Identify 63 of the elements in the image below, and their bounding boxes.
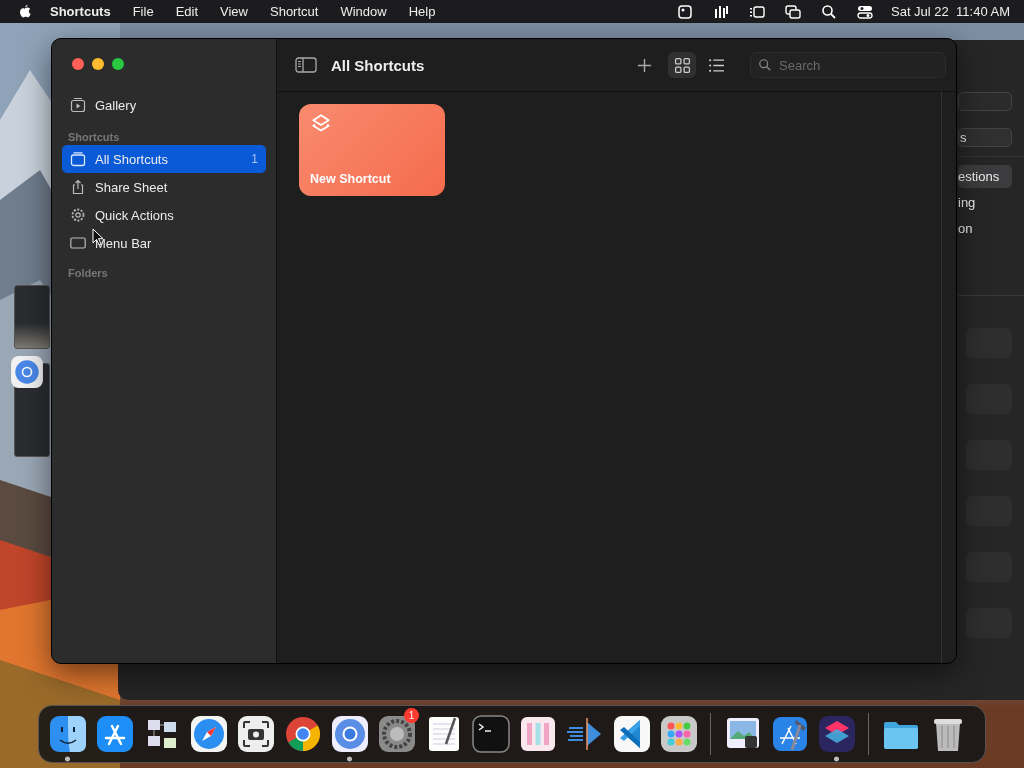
smiling-face-icon [47,714,88,754]
grid-icon [658,714,699,754]
dock-item[interactable]: 1 [373,706,420,762]
share-icon [70,179,86,195]
sidebar-label: Quick Actions [95,207,175,223]
toggle-icon[interactable] [857,3,873,20]
app-menu[interactable]: Shortcuts [50,4,111,19]
menu-item[interactable]: Window [340,4,387,19]
sidebar-item[interactable]: Gallery [62,91,266,119]
windows-icon[interactable] [785,3,801,20]
menu-item[interactable]: Help [408,4,436,19]
item-count: 1 [251,152,258,166]
close-button[interactable] [72,58,84,70]
folder-stack-icon [70,151,86,167]
list-item[interactable]: ing [958,191,1012,214]
minimize-button[interactable] [92,58,104,70]
status-icon[interactable] [677,3,693,20]
sidebar-icon[interactable] [749,3,765,20]
apple-logo-icon[interactable] [18,3,32,20]
compass-icon [188,714,229,754]
bars-icon[interactable] [713,3,729,20]
terminal-icon [470,714,511,754]
list-item[interactable]: estions [958,165,1012,188]
menu-item[interactable]: View [220,4,248,19]
grid-icon [673,56,691,74]
search-field[interactable]: Search [750,52,946,78]
sidebar-label: Gallery [95,97,137,113]
sidebar-label: Share Sheet [95,179,169,195]
text-field[interactable]: s [958,128,1012,147]
menu-item[interactable]: Edit [175,4,199,19]
section-header: Shortcuts [67,130,121,145]
sidebar-item[interactable]: Quick Actions [62,201,266,229]
list-icon [707,56,725,74]
browser-icon [10,355,44,389]
toolbar-title: All Shortcuts [331,56,425,74]
layers-icon [816,714,857,754]
view-button[interactable] [668,52,696,78]
menu-bar-clock[interactable]: Sat Jul 22 11:40 AM [891,4,1010,19]
menu-item[interactable]: File [132,4,154,19]
gear-icon [70,207,86,223]
search-icon[interactable] [821,3,837,20]
zoom-button[interactable] [112,58,124,70]
app-store-icon [94,714,135,754]
text-field[interactable] [958,92,1012,111]
list-item[interactable]: on [958,217,1012,240]
code-editor-icon [611,714,652,754]
section-header: Folders [67,266,109,281]
browser-icon [329,714,370,754]
sidebar-item[interactable]: All Shortcuts 1 [62,145,266,173]
menu-item[interactable]: Shortcut [270,4,319,19]
camera-icon [235,714,276,754]
window-thumbnail[interactable] [14,285,50,349]
sidebar-label: Menu Bar [95,235,153,251]
sidebar-item[interactable]: Share Sheet [62,173,266,201]
sidebar-toggle-icon[interactable] [295,57,317,73]
window-icon [70,235,86,251]
add-icon[interactable] [637,57,652,73]
sidebar-label: All Shortcuts [95,151,169,167]
gallery-icon [70,97,86,113]
notification-badge: 1 [404,708,419,723]
sidebar-item[interactable]: Menu Bar [62,229,266,257]
shortcut-name: New Shortcut [310,172,392,186]
search-icon [758,58,772,72]
